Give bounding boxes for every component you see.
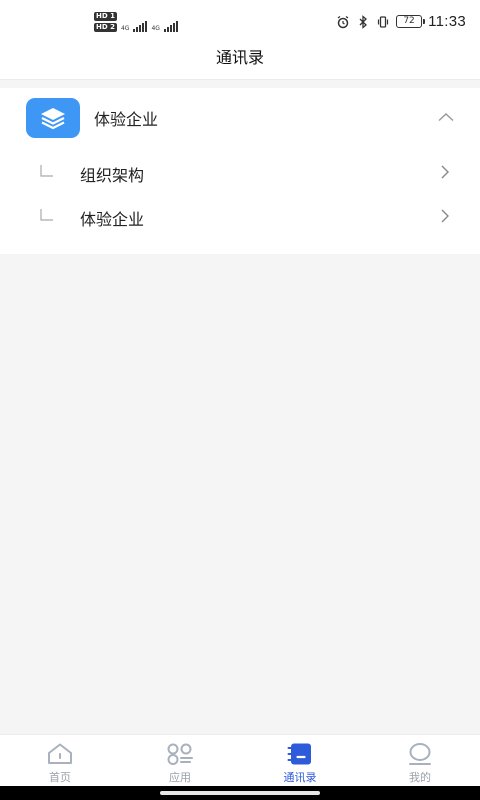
nav-contacts[interactable]: 通讯录 — [240, 735, 360, 786]
gesture-area — [0, 786, 480, 800]
tree-branch-icon — [40, 165, 53, 177]
signal-icon — [163, 21, 178, 32]
signal-group: HD 1 HD 2 4G 4G — [94, 12, 178, 32]
nav-label: 我的 — [409, 771, 431, 784]
chevron-up-icon[interactable] — [438, 112, 454, 122]
nav-profile[interactable]: 我的 — [360, 735, 480, 786]
clock: 11:33 — [428, 13, 466, 30]
network1-label: 4G — [120, 25, 130, 32]
nav-label: 首页 — [49, 771, 71, 784]
org-item-enterprise[interactable]: 体验企业 — [0, 196, 480, 236]
sim2-badge: HD 2 — [94, 23, 117, 32]
signal-icon — [133, 21, 148, 32]
profile-icon — [409, 743, 431, 765]
nav-home[interactable]: 首页 — [0, 735, 120, 786]
status-bar: HD 1 HD 2 4G 4G 72 11:33 — [0, 0, 480, 44]
page-title: 通讯录 — [0, 44, 480, 80]
bluetooth-icon — [359, 14, 368, 29]
contacts-icon — [287, 743, 311, 765]
layers-icon — [26, 98, 80, 138]
org-item-label: 体验企业 — [80, 210, 145, 229]
alarm-icon — [337, 15, 349, 28]
org-item-structure[interactable]: 组织架构 — [0, 152, 480, 192]
organization-card: 体验企业 组织架构 体验企业 — [0, 88, 480, 254]
network2-label: 4G — [151, 25, 160, 32]
bottom-nav: 首页 应用 通讯录 我的 — [0, 734, 480, 786]
battery-icon: 72 — [396, 15, 426, 28]
organization-name: 体验企业 — [94, 110, 159, 129]
home-indicator[interactable] — [160, 791, 320, 795]
chevron-right-icon — [441, 209, 449, 223]
tree-branch-icon — [40, 209, 53, 221]
nav-label: 应用 — [169, 771, 191, 784]
apps-icon — [167, 743, 193, 765]
chevron-right-icon — [441, 165, 449, 179]
home-icon — [48, 743, 72, 764]
sim1-badge: HD 1 — [94, 12, 117, 21]
vibrate-icon — [377, 15, 389, 28]
status-right: 72 11:33 — [336, 13, 466, 30]
organization-header[interactable]: 体验企业 — [0, 96, 480, 142]
nav-apps[interactable]: 应用 — [120, 735, 240, 786]
nav-label: 通讯录 — [283, 771, 317, 784]
org-item-label: 组织架构 — [80, 166, 145, 185]
